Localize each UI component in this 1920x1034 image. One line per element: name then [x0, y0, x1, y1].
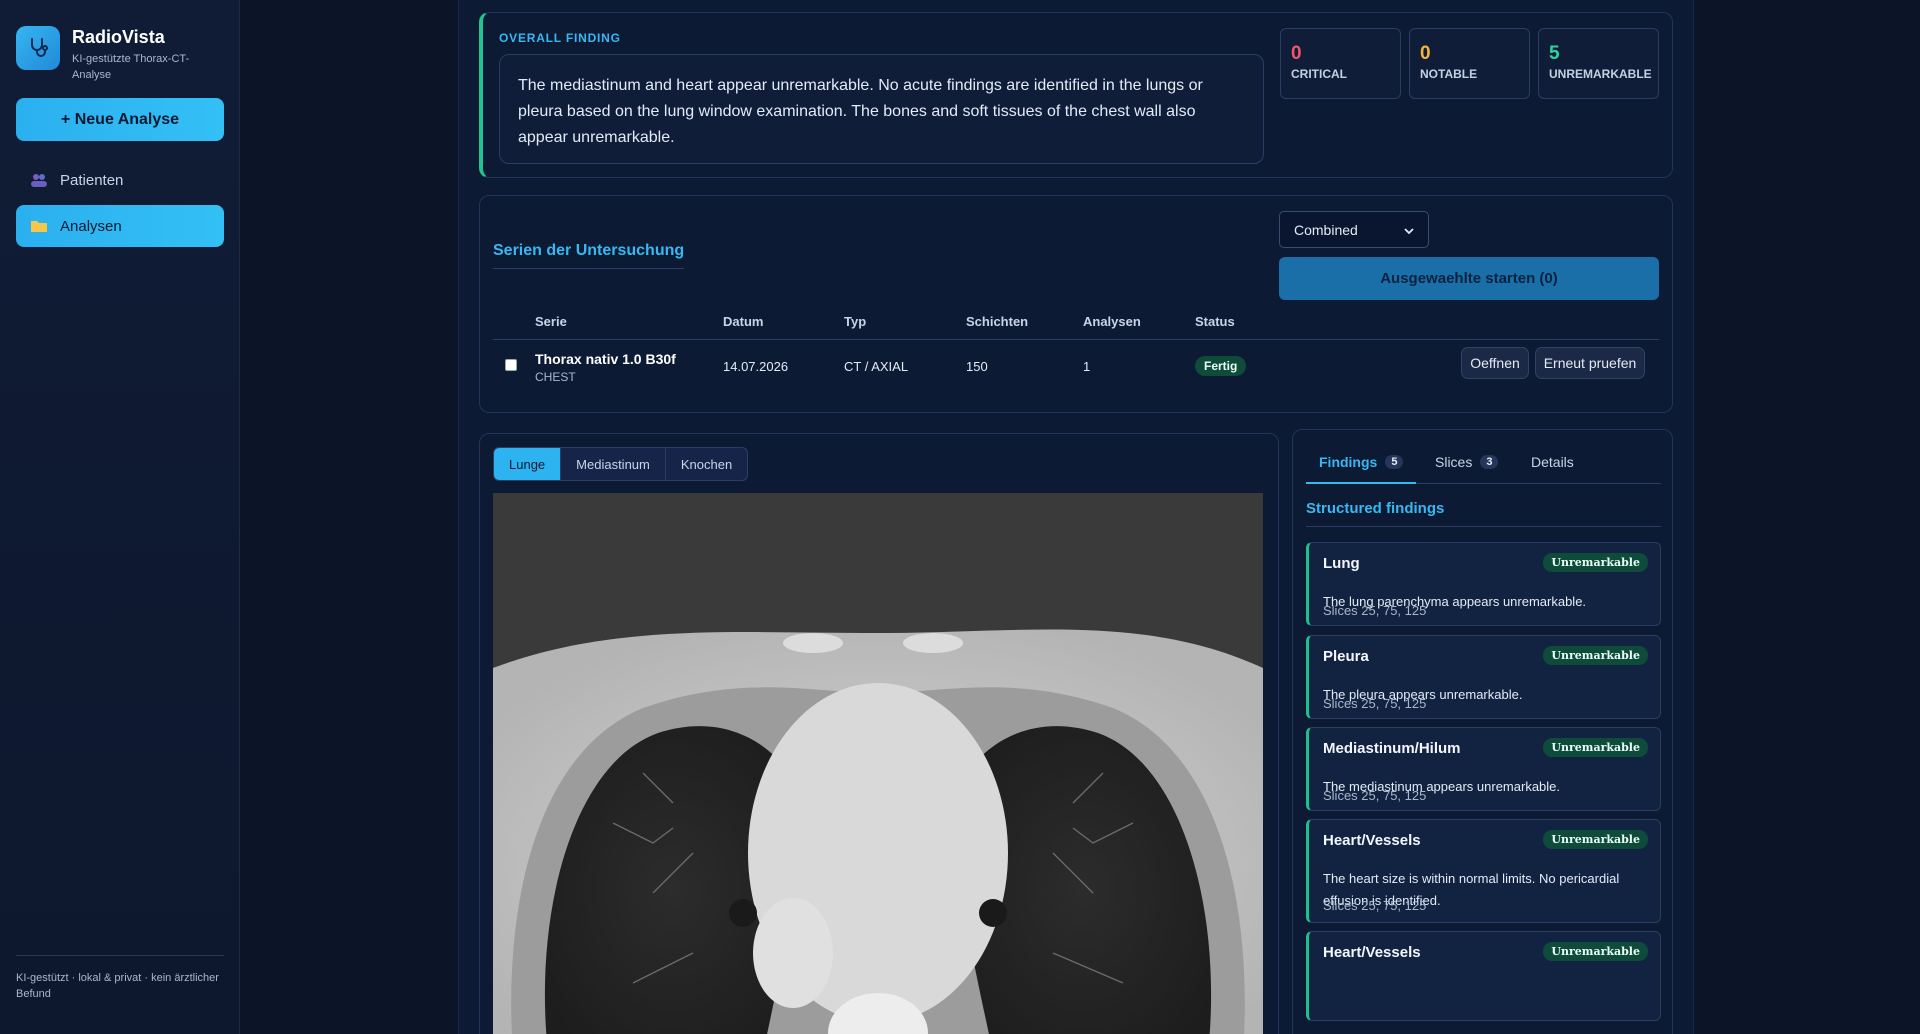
table-row: Thorax nativ 1.0 B30f CHEST 14.07.2026 C… — [493, 341, 1659, 401]
chevron-down-icon — [1404, 222, 1414, 238]
ct-image[interactable] — [493, 493, 1263, 1034]
column-header: Schichten — [966, 314, 1029, 329]
brand: RadioVista KI-gestützte Thorax-CT-Analys… — [16, 26, 202, 83]
finding-card[interactable]: Heart/Vessels Unremarkable The heart siz… — [1306, 819, 1661, 923]
finding-title: Mediastinum/Hilum — [1323, 740, 1461, 757]
status-badge: Unremarkable — [1543, 738, 1648, 757]
stat-unremarkable-label: UNREMARKABLE — [1549, 67, 1652, 81]
finding-card[interactable]: Mediastinum/Hilum Unremarkable The media… — [1306, 727, 1661, 811]
stat-critical-value: 0 — [1291, 43, 1302, 64]
finding-card[interactable]: Heart/Vessels Unremarkable — [1306, 931, 1661, 1021]
series-region: CHEST — [535, 370, 576, 384]
stat-unremarkable-value: 5 — [1549, 43, 1560, 64]
app-name: RadioVista — [72, 27, 165, 47]
column-header: Datum — [723, 314, 764, 329]
status-badge: Unremarkable — [1543, 942, 1648, 961]
ct-viewer-card: Lunge Mediastinum Knochen — [479, 433, 1279, 1034]
stat-notable-value: 0 — [1420, 43, 1431, 64]
series-title: Serien der Untersuchung — [493, 242, 685, 269]
tab-label: Slices — [1435, 454, 1473, 470]
column-header: Status — [1195, 314, 1235, 329]
column-header: Serie — [535, 314, 567, 329]
finding-card[interactable]: Lung Unremarkable The lung parenchyma ap… — [1306, 542, 1661, 626]
stat-critical: 0 CRITICAL — [1280, 28, 1401, 99]
status-badge: Unremarkable — [1543, 553, 1648, 572]
sidebar-item-analysen[interactable]: Analysen — [16, 205, 224, 247]
window-preset-tabs: Lunge Mediastinum Knochen — [493, 447, 749, 481]
status-badge: Unremarkable — [1543, 830, 1648, 849]
active-tab-indicator — [1306, 482, 1416, 484]
folder-icon — [30, 219, 48, 233]
structured-findings-title: Structured findings — [1306, 500, 1661, 527]
series-name: Thorax nativ 1.0 B30f — [535, 351, 676, 367]
series-type: CT / AXIAL — [844, 359, 909, 374]
app-subtitle: KI-gestützte Thorax-CT-Analyse — [72, 53, 190, 81]
sidebar-item-label: Patienten — [60, 171, 124, 189]
sidebar: RadioVista KI-gestützte Thorax-CT-Analys… — [0, 0, 240, 1034]
series-table-header: Serie Datum Typ Schichten Analysen Statu… — [493, 314, 1659, 340]
series-date: 14.07.2026 — [723, 359, 789, 374]
tab-findings[interactable]: Findings 5 — [1319, 454, 1404, 470]
status-badge: Fertig — [1195, 356, 1247, 376]
people-icon — [30, 173, 48, 187]
tab-knochen[interactable]: Knochen — [666, 448, 747, 480]
sidebar-item-label: Analysen — [60, 217, 122, 235]
stethoscope-icon — [16, 26, 60, 70]
stat-critical-label: CRITICAL — [1291, 67, 1347, 81]
overall-finding-text: The mediastinum and heart appear unremar… — [499, 54, 1264, 164]
stat-notable-label: NOTABLE — [1420, 67, 1478, 81]
column-header: Analysen — [1083, 314, 1141, 329]
series-checkbox[interactable] — [505, 359, 517, 371]
recheck-button[interactable]: Erneut pruefen — [1535, 347, 1645, 379]
finding-title: Lung — [1323, 555, 1360, 572]
status-badge: Unremarkable — [1543, 646, 1648, 665]
tab-count-badge: 5 — [1385, 455, 1404, 469]
series-analyses: 1 — [1083, 359, 1091, 374]
new-analysis-button[interactable]: + Neue Analyse — [16, 98, 224, 141]
series-card: Serien der Untersuchung Combined Ausgewa… — [479, 195, 1673, 413]
stat-notable: 0 NOTABLE — [1409, 28, 1530, 99]
finding-slices: Slices 25, 75, 125 — [1323, 898, 1427, 913]
tab-details[interactable]: Details — [1531, 454, 1574, 470]
findings-panel: Findings 5 Slices 3 Details Structured f… — [1292, 429, 1673, 1034]
start-selected-button[interactable]: Ausgewaehlte starten (0) — [1279, 257, 1659, 300]
tab-label: Details — [1531, 454, 1574, 470]
finding-title: Heart/Vessels — [1323, 944, 1421, 961]
finding-card[interactable]: Pleura Unremarkable The pleura appears u… — [1306, 635, 1661, 719]
finding-title: Heart/Vessels — [1323, 832, 1421, 849]
analysis-mode-value: Combined — [1294, 221, 1358, 238]
overall-finding-card: OVERALL FINDING The mediastinum and hear… — [479, 12, 1673, 178]
sidebar-footer: KI-gestützt · lokal & privat · kein ärzt… — [16, 955, 224, 1002]
finding-title: Pleura — [1323, 648, 1369, 665]
series-slices: 150 — [966, 359, 988, 374]
open-button[interactable]: Oeffnen — [1461, 347, 1529, 379]
column-header: Typ — [844, 314, 867, 329]
overall-finding-label: OVERALL FINDING — [499, 31, 621, 45]
tab-count-badge: 3 — [1480, 455, 1499, 469]
sidebar-item-patienten[interactable]: Patienten — [16, 159, 224, 201]
tab-slices[interactable]: Slices 3 — [1435, 454, 1499, 470]
series-name-cell: Thorax nativ 1.0 B30f CHEST — [535, 351, 676, 384]
findings-tabs: Findings 5 Slices 3 Details — [1306, 444, 1661, 484]
finding-slices: Slices 25, 75, 125 — [1323, 788, 1427, 803]
tab-mediastinum[interactable]: Mediastinum — [561, 448, 666, 480]
tab-label: Findings — [1319, 454, 1378, 470]
analysis-mode-select[interactable]: Combined — [1279, 211, 1429, 248]
finding-slices: Slices 25, 75, 125 — [1323, 603, 1427, 618]
finding-slices: Slices 25, 75, 125 — [1323, 696, 1427, 711]
stat-unremarkable: 5 UNREMARKABLE — [1538, 28, 1659, 99]
tab-lunge[interactable]: Lunge — [494, 448, 562, 480]
